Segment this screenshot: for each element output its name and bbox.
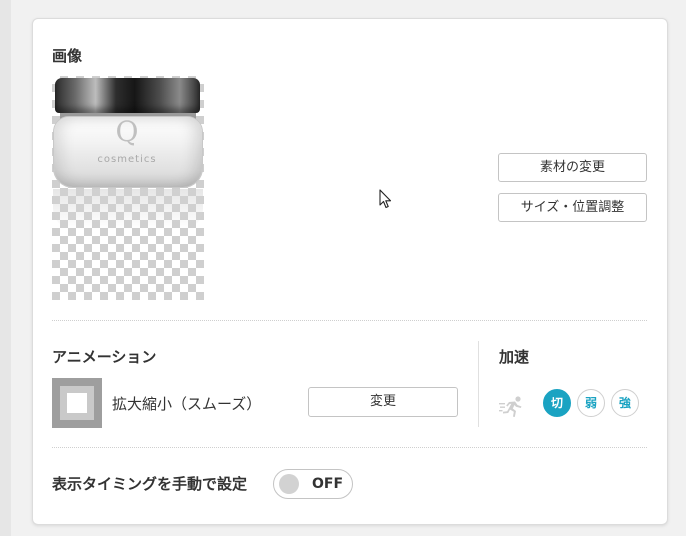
runner-icon [499,396,522,417]
change-material-button[interactable]: 素材の変更 [498,153,647,182]
section-vertical-divider [478,341,479,427]
image-thumbnail: Q cosmetics [52,76,204,300]
speed-off-button[interactable]: 切 [543,389,571,417]
speed-strong-button[interactable]: 強 [611,389,639,417]
size-position-button[interactable]: サイズ・位置調整 [498,193,647,222]
divider-bottom [52,447,647,448]
jar-reflection [53,189,203,229]
settings-card: 画像 Q cosmetics 素材の変更 サイズ・位置調整 アニメーション 拡大… [32,18,668,525]
speed-weak-button[interactable]: 弱 [577,389,605,417]
image-section-title: 画像 [52,47,83,65]
animation-name: 拡大縮小（スムーズ） [112,395,262,413]
jar-lid [55,78,200,113]
change-animation-button[interactable]: 変更 [308,387,458,417]
jar-logo-letter: Q [115,115,139,148]
mouse-cursor-icon [379,189,392,209]
divider-top [52,320,647,321]
page-left-edge [0,0,11,536]
zoom-animation-icon [52,378,102,428]
toggle-state-label: OFF [312,476,344,492]
animation-section-title: アニメーション [52,348,157,366]
manual-timing-toggle[interactable]: OFF [273,469,353,499]
jar-logo-text: cosmetics [97,154,157,165]
toggle-knob [279,474,299,494]
timing-section-title: 表示タイミングを手動で設定 [52,475,248,493]
acceleration-section-title: 加速 [499,348,530,366]
